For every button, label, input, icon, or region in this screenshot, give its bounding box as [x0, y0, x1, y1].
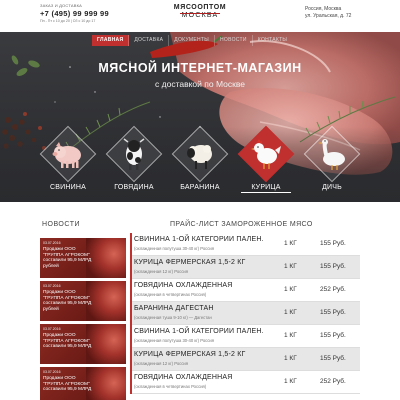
- nav-item-delivery[interactable]: ДОСТАВКА: [129, 35, 170, 46]
- goose-icon: [318, 139, 345, 170]
- product-price: 155 Руб.: [320, 309, 346, 316]
- news-text: Продажи ООО "ГРУППА АГРОКОМ" составили 9…: [43, 376, 92, 393]
- price-row[interactable]: ГОВЯДИНА ОХЛАЖДЕННАЯ (охлажденная в четв…: [130, 371, 360, 394]
- category-label-pork: СВИНИНА: [50, 184, 86, 191]
- row-accent: [130, 279, 132, 302]
- category-game[interactable]: ДИЧЬ: [303, 125, 361, 200]
- nav-item-news[interactable]: НОВОСТИ: [215, 35, 253, 46]
- nav-item-home[interactable]: ГЛАВНАЯ: [92, 35, 130, 46]
- product-price: 155 Руб.: [320, 355, 346, 362]
- price-row[interactable]: КУРИЦА ФЕРМЕРСКАЯ 1,5-2 КГ (охлажденная …: [130, 256, 360, 279]
- news-item[interactable]: 03.07.2016 Продажи ООО "ГРУППА АГРОКОМ" …: [40, 324, 126, 364]
- news-date: 03.07.2016: [43, 327, 61, 331]
- price-row[interactable]: ГОВЯДИНА ОХЛАЖДЕННАЯ (охлажденная в четв…: [130, 279, 360, 302]
- product-name: СВИНИНА 1-ОЙ КАТЕГОРИИ ПАЛЕН.: [134, 236, 264, 243]
- product-description: (охлажденная туша 9-10 кг) — Дагестан: [134, 315, 212, 320]
- product-quantity: 1 КГ: [284, 378, 297, 385]
- product-quantity: 1 КГ: [284, 263, 297, 270]
- sheep-icon: [187, 145, 212, 169]
- product-quantity: 1 КГ: [284, 355, 297, 362]
- price-table: СВИНИНА 1-ОЙ КАТЕГОРИИ ПАЛЕН. (охлажденн…: [130, 233, 360, 394]
- address: Россия, Москва ул. Уральская, д. 72: [305, 6, 351, 20]
- site-header: ЗАКАЗ И ДОСТАВКА +7 (495) 99 999 99 Пн -…: [0, 0, 400, 32]
- row-accent: [130, 325, 132, 348]
- news-date: 03.07.2016: [43, 370, 61, 374]
- row-accent: [130, 371, 132, 394]
- price-list-title: ПРАЙС-ЛИСТ ЗАМОРОЖЕННОЕ МЯСО: [170, 221, 313, 228]
- order-label: ЗАКАЗ И ДОСТАВКА: [40, 3, 82, 8]
- hero-title: МЯСНОЙ ИНТЕРНЕТ-МАГАЗИН: [98, 61, 302, 75]
- product-price: 155 Руб.: [320, 332, 346, 339]
- nav-item-contacts[interactable]: КОНТАКТЫ: [253, 35, 292, 46]
- working-hours: Пн - Пт с 10 до 20 | Сб с 10 до 17: [40, 19, 96, 23]
- product-name: КУРИЦА ФЕРМЕРСКАЯ 1,5-2 КГ: [134, 259, 246, 266]
- news-date: 03.07.2016: [43, 241, 61, 245]
- news-date: 03.07.2016: [43, 284, 61, 288]
- product-description: (охлажденная 12 кг) Россия: [134, 269, 188, 274]
- product-quantity: 1 КГ: [284, 332, 297, 339]
- product-description: (охлажденная 12 кг) Россия: [134, 361, 188, 366]
- price-row[interactable]: СВИНИНА 1-ОЙ КАТЕГОРИИ ПАЛЕН. (охлажденн…: [130, 233, 360, 256]
- news-list: 03.07.2016 Продажи ООО "ГРУППА АГРОКОМ" …: [40, 238, 126, 400]
- logo-top-text: МЯСООПТОМ: [173, 4, 227, 11]
- category-lamb[interactable]: БАРАНИНА: [171, 125, 229, 200]
- news-item[interactable]: 03.07.2016 Продажи ООО "ГРУППА АГРОКОМ" …: [40, 238, 126, 278]
- cow-icon: [123, 138, 145, 170]
- row-accent: [130, 233, 132, 256]
- product-price: 252 Руб.: [320, 286, 346, 293]
- category-label-beef: ГОВЯДИНА: [114, 184, 154, 191]
- nav-item-documents[interactable]: ДОКУМЕНТЫ: [169, 35, 216, 46]
- category-list: СВИНИНА ГОВЯДИНА БАРАНИНА КУРИЦА ДИЧЬ: [39, 125, 369, 202]
- news-item[interactable]: 03.07.2016 Продажи ООО "ГРУППА АГРОКОМ" …: [40, 367, 126, 400]
- row-accent: [130, 256, 132, 279]
- product-price: 155 Руб.: [320, 263, 346, 270]
- main-nav: ГЛАВНАЯ ДОСТАВКА ДОКУМЕНТЫ НОВОСТИ КОНТА…: [92, 35, 292, 46]
- product-price: 155 Руб.: [320, 240, 346, 247]
- news-section-title: НОВОСТИ: [42, 221, 81, 228]
- product-description: (охлажденная полутуша 30-40 кг) Россия: [134, 246, 214, 251]
- news-item[interactable]: 03.07.2016 Продажи ООО "ГРУППА АГРОКОМ" …: [40, 281, 126, 321]
- category-label-chicken: КУРИЦА: [241, 184, 291, 193]
- category-pork[interactable]: СВИНИНА: [39, 125, 97, 200]
- product-quantity: 1 КГ: [284, 240, 297, 247]
- price-row[interactable]: БАРАНИНА ДАГЕСТАН (охлажденная туша 9-10…: [130, 302, 360, 325]
- price-row[interactable]: КУРИЦА ФЕРМЕРСКАЯ 1,5-2 КГ (охлажденная …: [130, 348, 360, 371]
- product-quantity: 1 КГ: [284, 286, 297, 293]
- product-description: (охлажденная в четвертинах Россия): [134, 384, 207, 389]
- product-name: ГОВЯДИНА ОХЛАЖДЕННАЯ: [134, 282, 233, 289]
- site-logo[interactable]: МЯСООПТОМ МОСКВА: [168, 4, 232, 24]
- category-chicken[interactable]: КУРИЦА: [237, 125, 295, 200]
- product-name: БАРАНИНА ДАГЕСТАН: [134, 305, 214, 312]
- row-accent: [130, 302, 132, 325]
- logo-divider: [180, 13, 220, 14]
- category-label-lamb: БАРАНИНА: [180, 184, 220, 191]
- product-description: (охлажденная полутуша 30-40 кг) Россия: [134, 338, 214, 343]
- product-name: ГОВЯДИНА ОХЛАЖДЕННАЯ: [134, 374, 233, 381]
- price-row[interactable]: СВИНИНА 1-ОЙ КАТЕГОРИИ ПАЛЕН. (охлажденн…: [130, 325, 360, 348]
- product-quantity: 1 КГ: [284, 309, 297, 316]
- phone-number[interactable]: +7 (495) 99 999 99: [40, 9, 109, 18]
- hero-banner: ГЛАВНАЯ ДОСТАВКА ДОКУМЕНТЫ НОВОСТИ КОНТА…: [0, 32, 400, 202]
- news-text: Продажи ООО "ГРУППА АГРОКОМ" составили 9…: [43, 290, 92, 312]
- product-description: (охлажденная в четвертинах Россия): [134, 292, 207, 297]
- product-name: КУРИЦА ФЕРМЕРСКАЯ 1,5-2 КГ: [134, 351, 246, 358]
- category-label-game: ДИЧЬ: [322, 184, 342, 191]
- chicken-icon: [251, 139, 281, 169]
- address-line-1: Россия, Москва: [305, 6, 342, 12]
- row-accent: [130, 348, 132, 371]
- product-name: СВИНИНА 1-ОЙ КАТЕГОРИИ ПАЛЕН.: [134, 328, 264, 335]
- hero-subtitle: с доставкой по Москве: [155, 79, 245, 89]
- product-price: 252 Руб.: [320, 378, 346, 385]
- news-text: Продажи ООО "ГРУППА АГРОКОМ" составили 9…: [43, 333, 92, 350]
- address-line-2: ул. Уральская, д. 72: [305, 13, 352, 19]
- news-text: Продажи ООО "ГРУППА АГРОКОМ" составили 9…: [43, 247, 92, 269]
- category-beef[interactable]: ГОВЯДИНА: [105, 125, 163, 200]
- pig-icon: [52, 142, 81, 168]
